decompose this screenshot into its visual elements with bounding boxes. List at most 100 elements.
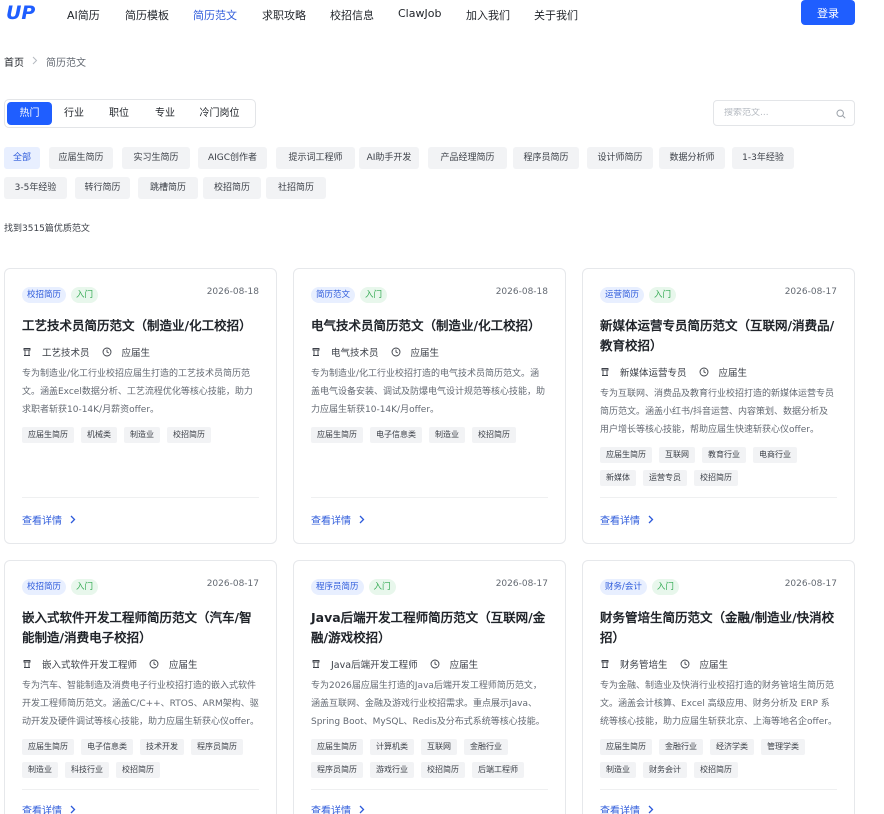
breadcrumb-home[interactable]: 首页 xyxy=(4,54,24,69)
card-tag[interactable]: 校招简历 xyxy=(694,762,738,778)
resume-sample-card[interactable]: 财务/会计 入门 2026-08-17 财务管培生简历范文（金融/制造业/快消校招） 财… xyxy=(582,560,855,814)
nav-item[interactable]: 校招信息 xyxy=(330,7,374,23)
filter-chip[interactable]: 设计师简历 xyxy=(587,147,653,169)
card-tag[interactable]: 程序员简历 xyxy=(311,762,363,778)
card-tag[interactable]: 校招简历 xyxy=(167,427,211,443)
nav-item[interactable]: 简历模板 xyxy=(125,7,169,23)
card-tag[interactable]: 校招简历 xyxy=(421,762,465,778)
position-label: 财务管培生 xyxy=(620,660,668,671)
filter-chip[interactable]: 提示词工程师 xyxy=(276,147,355,169)
card-tag[interactable]: 后端工程师 xyxy=(472,762,524,778)
card-experience: 应届生 xyxy=(391,345,439,359)
tab[interactable]: 冷门岗位 xyxy=(188,102,251,125)
card-tag[interactable]: 校招简历 xyxy=(694,470,738,486)
filter-chip[interactable]: 产品经理简历 xyxy=(428,147,507,169)
card-tag[interactable]: 制造业 xyxy=(600,762,636,778)
card-tag[interactable]: 运营专员 xyxy=(643,470,687,486)
filter-chip[interactable]: 实习生简历 xyxy=(122,147,190,169)
card-tag[interactable]: 金融行业 xyxy=(659,739,703,755)
card-tag[interactable]: 制造业 xyxy=(429,427,465,443)
card-tag[interactable]: 经济学类 xyxy=(710,739,754,755)
view-details-link[interactable]: 查看详情 xyxy=(22,512,76,527)
card-tag[interactable]: 游戏行业 xyxy=(370,762,414,778)
filter-chip[interactable]: 应届生简历 xyxy=(49,147,113,169)
login-button[interactable]: 登录 xyxy=(801,0,855,25)
card-title[interactable]: 工艺技术员简历范文（制造业/化工校招） xyxy=(22,316,259,336)
card-meta: 嵌入式软件开发工程师 应届生 xyxy=(22,657,210,671)
filter-chip[interactable]: 转行简历 xyxy=(75,177,130,199)
nav-item[interactable]: 加入我们 xyxy=(466,7,510,23)
card-tag[interactable]: 科技行业 xyxy=(65,762,109,778)
filter-chip[interactable]: 3-5年经验 xyxy=(4,177,67,199)
search-input[interactable] xyxy=(724,108,834,118)
resume-sample-card[interactable]: 程序员简历 入门 2026-08-17 Java后端开发工程师简历范文（互联网/金融/… xyxy=(293,560,566,814)
card-tag[interactable]: 技术开发 xyxy=(140,739,184,755)
card-tag[interactable]: 应届生简历 xyxy=(311,427,363,443)
card-tags: 应届生简历 电子信息类 制造业 校招简历 xyxy=(311,427,548,450)
card-tag[interactable]: 电子信息类 xyxy=(370,427,422,443)
card-tag[interactable]: 应届生简历 xyxy=(22,427,74,443)
tab[interactable]: 行业 xyxy=(52,102,96,125)
tab[interactable]: 专业 xyxy=(142,102,188,125)
card-tag[interactable]: 金融行业 xyxy=(464,739,508,755)
card-tag[interactable]: 应届生简历 xyxy=(311,739,363,755)
card-tag[interactable]: 制造业 xyxy=(124,427,160,443)
filter-chip[interactable]: AIGC创作者 xyxy=(198,147,267,169)
nav-item[interactable]: 简历范文 xyxy=(193,7,237,23)
nav-item[interactable]: 求职攻略 xyxy=(262,7,306,23)
filter-chip[interactable]: 社招简历 xyxy=(266,177,326,199)
card-tag[interactable]: 电商行业 xyxy=(753,447,797,463)
card-meta: Java后端开发工程师 应届生 xyxy=(311,657,490,671)
view-details-link[interactable]: 查看详情 xyxy=(311,512,365,527)
resume-sample-card[interactable]: 校招简历 入门 2026-08-17 嵌入式软件开发工程师简历范文（汽车/智能制造/消… xyxy=(4,560,277,814)
tab[interactable]: 职位 xyxy=(96,102,142,125)
resume-sample-card[interactable]: 简历范文 入门 2026-08-18 电气技术员简历范文（制造业/化工校招） 电气技术员… xyxy=(293,268,566,544)
filter-chip[interactable]: 程序员简历 xyxy=(513,147,579,169)
nav-item[interactable]: 关于我们 xyxy=(534,7,578,23)
card-tag[interactable]: 财务会计 xyxy=(643,762,687,778)
filter-chip[interactable]: 校招简历 xyxy=(203,177,261,199)
card-tag[interactable]: 制造业 xyxy=(22,762,58,778)
card-title[interactable]: 财务管培生简历范文（金融/制造业/快消校招） xyxy=(600,608,837,648)
card-title[interactable]: 新媒体运营专员简历范文（互联网/消费品/教育校招） xyxy=(600,316,837,356)
tab[interactable]: 热门 xyxy=(7,102,52,125)
card-badges: 简历范文 入门 xyxy=(311,287,392,303)
card-tag[interactable]: 电子信息类 xyxy=(81,739,133,755)
nav-item[interactable]: ClawJob xyxy=(398,7,441,20)
view-details-label: 查看详情 xyxy=(311,516,351,527)
card-title[interactable]: 嵌入式软件开发工程师简历范文（汽车/智能制造/消费电子校招） xyxy=(22,608,259,648)
card-tag[interactable]: 应届生简历 xyxy=(600,447,652,463)
card-tag[interactable]: 应届生简历 xyxy=(22,739,74,755)
view-details-link[interactable]: 查看详情 xyxy=(600,512,654,527)
resume-sample-card[interactable]: 校招简历 入门 2026-08-18 工艺技术员简历范文（制造业/化工校招） 工艺技术员… xyxy=(4,268,277,544)
filter-chip[interactable]: AI助手开发 xyxy=(359,147,419,169)
card-tag[interactable]: 程序员简历 xyxy=(191,739,243,755)
card-title[interactable]: Java后端开发工程师简历范文（互联网/金融/游戏校招） xyxy=(311,608,548,648)
card-divider xyxy=(22,497,259,498)
filter-chip[interactable]: 跳槽简历 xyxy=(138,177,198,199)
card-tag[interactable]: 校招简历 xyxy=(116,762,160,778)
card-tag[interactable]: 互联网 xyxy=(421,739,457,755)
card-title[interactable]: 电气技术员简历范文（制造业/化工校招） xyxy=(311,316,548,336)
view-details-link[interactable]: 查看详情 xyxy=(600,802,654,814)
card-body: 财务/会计 入门 2026-08-17 财务管培生简历范文（金融/制造业/快消校招） 财… xyxy=(600,561,837,814)
search-icon[interactable] xyxy=(836,109,846,119)
view-details-link[interactable]: 查看详情 xyxy=(22,802,76,814)
filter-chip[interactable]: 全部 xyxy=(4,147,40,169)
card-tag[interactable]: 机械类 xyxy=(81,427,117,443)
filter-chip[interactable]: 数据分析师 xyxy=(659,147,725,169)
card-tag[interactable]: 教育行业 xyxy=(702,447,746,463)
card-tag[interactable]: 应届生简历 xyxy=(600,739,652,755)
card-tag[interactable]: 管理学类 xyxy=(761,739,805,755)
view-details-link[interactable]: 查看详情 xyxy=(311,802,365,814)
card-tag[interactable]: 校招简历 xyxy=(472,427,516,443)
filter-chip[interactable]: 1-3年经验 xyxy=(732,147,794,169)
nav-item[interactable]: AI简历 xyxy=(67,7,100,23)
card-tag[interactable]: 互联网 xyxy=(659,447,695,463)
resume-sample-card[interactable]: 运营简历 入门 2026-08-17 新媒体运营专员简历范文（互联网/消费品/教育校招… xyxy=(582,268,855,544)
card-tag[interactable]: 计算机类 xyxy=(370,739,414,755)
logo[interactable]: UP xyxy=(6,2,40,22)
briefcase-icon xyxy=(311,659,326,669)
search-box xyxy=(713,100,855,126)
card-tag[interactable]: 新媒体 xyxy=(600,470,636,486)
